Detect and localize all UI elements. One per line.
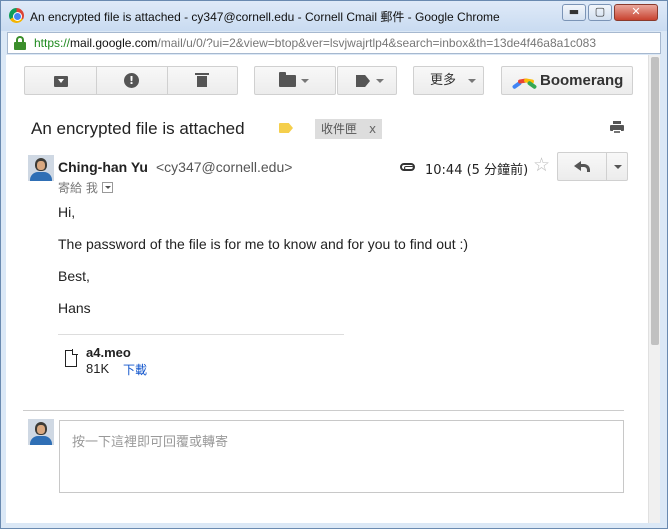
lock-icon[interactable] xyxy=(14,36,26,50)
archive-icon[interactable] xyxy=(54,73,68,87)
url-host: mail.google.com xyxy=(70,36,158,50)
action-button-group: ! xyxy=(24,66,238,95)
title-bar: An encrypted file is attached - cy347@co… xyxy=(1,1,667,31)
reply-placeholder: 按一下這裡即可回覆或轉寄 xyxy=(72,435,229,450)
boomerang-logo xyxy=(511,75,538,90)
gmail-message-view: ! 更多 Boomerang An encrypted file is atta… xyxy=(6,55,660,523)
boomerang-button[interactable]: Boomerang xyxy=(501,66,633,95)
close-button[interactable]: ✕ xyxy=(614,4,658,21)
print-icon[interactable] xyxy=(610,121,624,134)
inbox-chip-label: 收件匣 xyxy=(321,122,358,136)
message-timestamp: 10:44 (5 分鐘前) xyxy=(425,163,529,178)
attachment-filename[interactable]: a4.meo xyxy=(86,345,131,360)
url-scheme: https:// xyxy=(34,36,71,50)
address-bar[interactable]: https://mail.google.com/mail/u/0/?ui=2&v… xyxy=(7,32,661,54)
important-marker-icon[interactable] xyxy=(279,123,293,133)
message-body-line: The password of the file is for me to kn… xyxy=(58,236,469,252)
message-body-line: Best, xyxy=(58,268,90,284)
divider xyxy=(606,153,607,180)
url-path: /mail/u/0/?ui=2&view=btop&ver=lsvjwajrtl… xyxy=(157,36,597,50)
chevron-down-icon xyxy=(376,79,384,83)
chrome-logo-icon xyxy=(9,8,24,23)
spam-icon[interactable]: ! xyxy=(124,73,139,88)
attachment-divider xyxy=(58,334,344,335)
reply-button-group xyxy=(557,152,628,181)
boomerang-label: Boomerang xyxy=(540,72,624,89)
show-details-button[interactable] xyxy=(101,182,113,193)
sender-avatar[interactable] xyxy=(28,155,54,181)
move-to-button[interactable] xyxy=(254,66,336,95)
divider xyxy=(167,67,168,94)
reply-divider xyxy=(23,410,624,411)
sender-email: <cy347@cornell.edu> xyxy=(156,159,293,175)
attachment-icon xyxy=(400,163,415,171)
reply-icon[interactable] xyxy=(574,159,590,173)
attachment-size: 81K xyxy=(86,361,110,376)
more-options-chevron-icon[interactable] xyxy=(614,165,622,169)
divider xyxy=(96,67,97,94)
recipients-text: 寄給 我 xyxy=(58,181,98,195)
label-icon xyxy=(356,75,370,87)
remove-label-button[interactable]: x xyxy=(369,122,376,136)
inbox-label-chip[interactable]: 收件匣 x xyxy=(315,119,383,139)
labels-button[interactable] xyxy=(337,66,397,95)
star-icon[interactable]: ☆ xyxy=(533,154,550,176)
trash-icon[interactable] xyxy=(195,73,209,87)
window-title: An encrypted file is attached - cy347@co… xyxy=(30,10,500,24)
maximize-button[interactable]: ▢ xyxy=(588,4,612,21)
minimize-button[interactable]: ▬ xyxy=(562,4,586,21)
more-label: 更多 xyxy=(430,73,457,88)
more-button[interactable]: 更多 xyxy=(413,66,484,95)
scrollbar-thumb[interactable] xyxy=(651,57,659,345)
folder-icon xyxy=(279,72,296,87)
vertical-scrollbar[interactable] xyxy=(648,55,660,523)
sender-name: Ching-han Yu xyxy=(58,159,148,175)
thread-subject: An encrypted file is attached xyxy=(31,119,245,138)
recipients-line: 寄給 我 xyxy=(58,179,113,196)
reply-input[interactable]: 按一下這裡即可回覆或轉寄 xyxy=(59,420,624,493)
message-body-line: Hi, xyxy=(58,204,76,220)
chevron-down-icon xyxy=(468,79,476,83)
message-body-line: Hans xyxy=(58,300,91,316)
file-icon[interactable] xyxy=(65,349,78,367)
my-avatar xyxy=(28,419,54,445)
download-link[interactable]: 下載 xyxy=(123,361,147,378)
chevron-down-icon xyxy=(301,79,309,83)
url-text[interactable]: https://mail.google.com/mail/u/0/?ui=2&v… xyxy=(34,36,596,50)
